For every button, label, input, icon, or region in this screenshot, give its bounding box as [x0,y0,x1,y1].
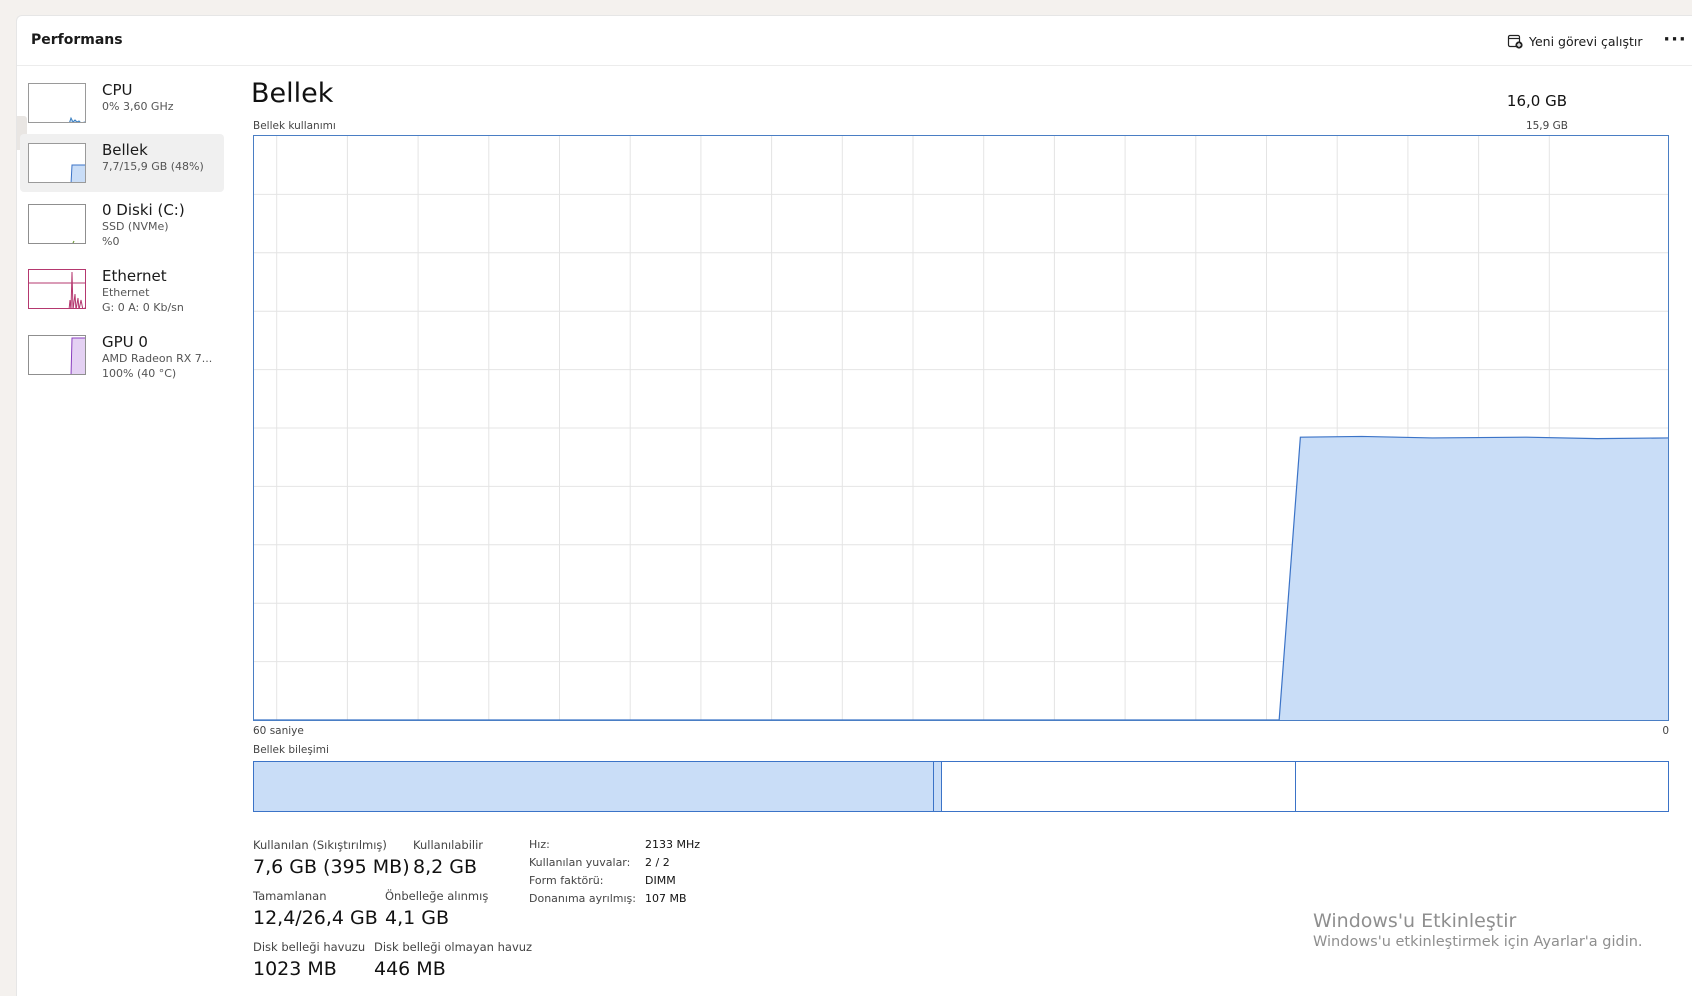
sidebar-item-disk[interactable]: 0 Diski (C:) SSD (NVMe) %0 [20,196,224,256]
composition-label: Bellek bileşimi [253,744,329,756]
sidebar-item-cpu[interactable]: CPU 0% 3,60 GHz [20,74,224,128]
memory-usage-area [254,436,1668,720]
committed-label: Tamamlanan [253,889,327,903]
in-use-label: Kullanılan (Sıkıştırılmış) [253,838,387,852]
sidebar-item-detail: 0% 3,60 GHz [102,100,174,113]
sidebar-item-memory[interactable]: Bellek 7,7/15,9 GB (48%) [20,134,224,192]
sidebar-item-name: Ethernet [102,267,167,285]
available-label: Kullanılabilir [413,838,484,852]
form-factor-label: Form faktörü: [529,874,604,887]
speed-label: Hız: [529,838,550,851]
paged-pool-label: Disk belleği havuzu [253,940,366,954]
form-factor-value: DIMM [645,874,676,887]
activation-watermark-subtitle: Windows'u etkinleştirmek için Ayarlar'a … [1313,934,1643,950]
sidebar-item-name: CPU [102,81,133,99]
composition-in-use [254,762,933,811]
sidebar-item-detail: Ethernet [102,286,150,299]
in-use-value: 7,6 GB (395 MB) [253,856,410,878]
more-options-button[interactable]: ··· [1662,26,1688,52]
ethernet-thumbnail-graph [28,269,86,309]
sidebar-item-ethernet[interactable]: Ethernet Ethernet G: 0 A: 0 Kb/sn [20,262,224,322]
sidebar-item-name: GPU 0 [102,333,148,351]
nonpaged-pool-label: Disk belleği olmayan havuz [374,940,533,954]
sidebar-item-name: Bellek [102,141,148,159]
nonpaged-pool-value: 446 MB [374,958,446,980]
sidebar-item-gpu[interactable]: GPU 0 AMD Radeon RX 7... 100% (40 °C) [20,328,224,388]
memory-thumbnail-graph [28,143,86,183]
composition-modified [932,762,942,811]
time-axis-end: 0 [1662,725,1669,737]
paged-pool-value: 1023 MB [253,958,337,980]
top-bar: Performans Yeni görevi çalıştır ··· [17,16,1692,66]
memory-heading: Bellek [251,78,334,109]
sidebar-item-detail-2: G: 0 A: 0 Kb/sn [102,300,184,314]
hardware-reserved-label: Donanıma ayrılmış: [529,892,636,905]
composition-free [1294,762,1668,811]
memory-usage-chart [253,135,1669,721]
usage-label: Bellek kullanımı [253,120,336,132]
gpu-thumbnail-graph [28,335,86,375]
slots-value: 2 / 2 [645,856,670,869]
run-task-label: Yeni görevi çalıştır [1529,33,1643,49]
total-memory: 16,0 GB [1506,92,1567,110]
hardware-reserved-value: 107 MB [645,892,687,905]
memory-usage-graph [254,136,1669,721]
cpu-thumbnail-graph [28,83,86,123]
sidebar-item-name: 0 Diski (C:) [102,201,185,219]
time-axis-start: 60 saniye [253,725,304,737]
sidebar-item-detail: 7,7/15,9 GB (48%) [102,160,204,173]
memory-composition-bar [253,761,1669,812]
activation-watermark-title: Windows'u Etkinleştir [1313,910,1517,932]
sidebar-item-detail-2: 100% (40 °C) [102,366,177,380]
page-title: Performans [31,32,123,48]
committed-value: 12,4/26,4 GB [253,907,378,929]
usage-max-label: 15,9 GB [1525,120,1568,132]
run-task-icon [1507,34,1523,49]
available-value: 8,2 GB [413,856,478,878]
composition-standby [941,762,1295,811]
cached-value: 4,1 GB [385,907,450,929]
sidebar-item-detail: AMD Radeon RX 7... [102,352,213,365]
speed-value: 2133 MHz [645,838,701,851]
run-new-task-button[interactable]: Yeni görevi çalıştır [1507,29,1643,53]
sidebar-item-detail-2: %0 [102,234,120,248]
disk-thumbnail-graph [28,204,86,244]
cached-label: Önbelleğe alınmış [385,889,489,903]
sidebar-item-detail: SSD (NVMe) [102,220,169,233]
slots-label: Kullanılan yuvalar: [529,856,631,869]
